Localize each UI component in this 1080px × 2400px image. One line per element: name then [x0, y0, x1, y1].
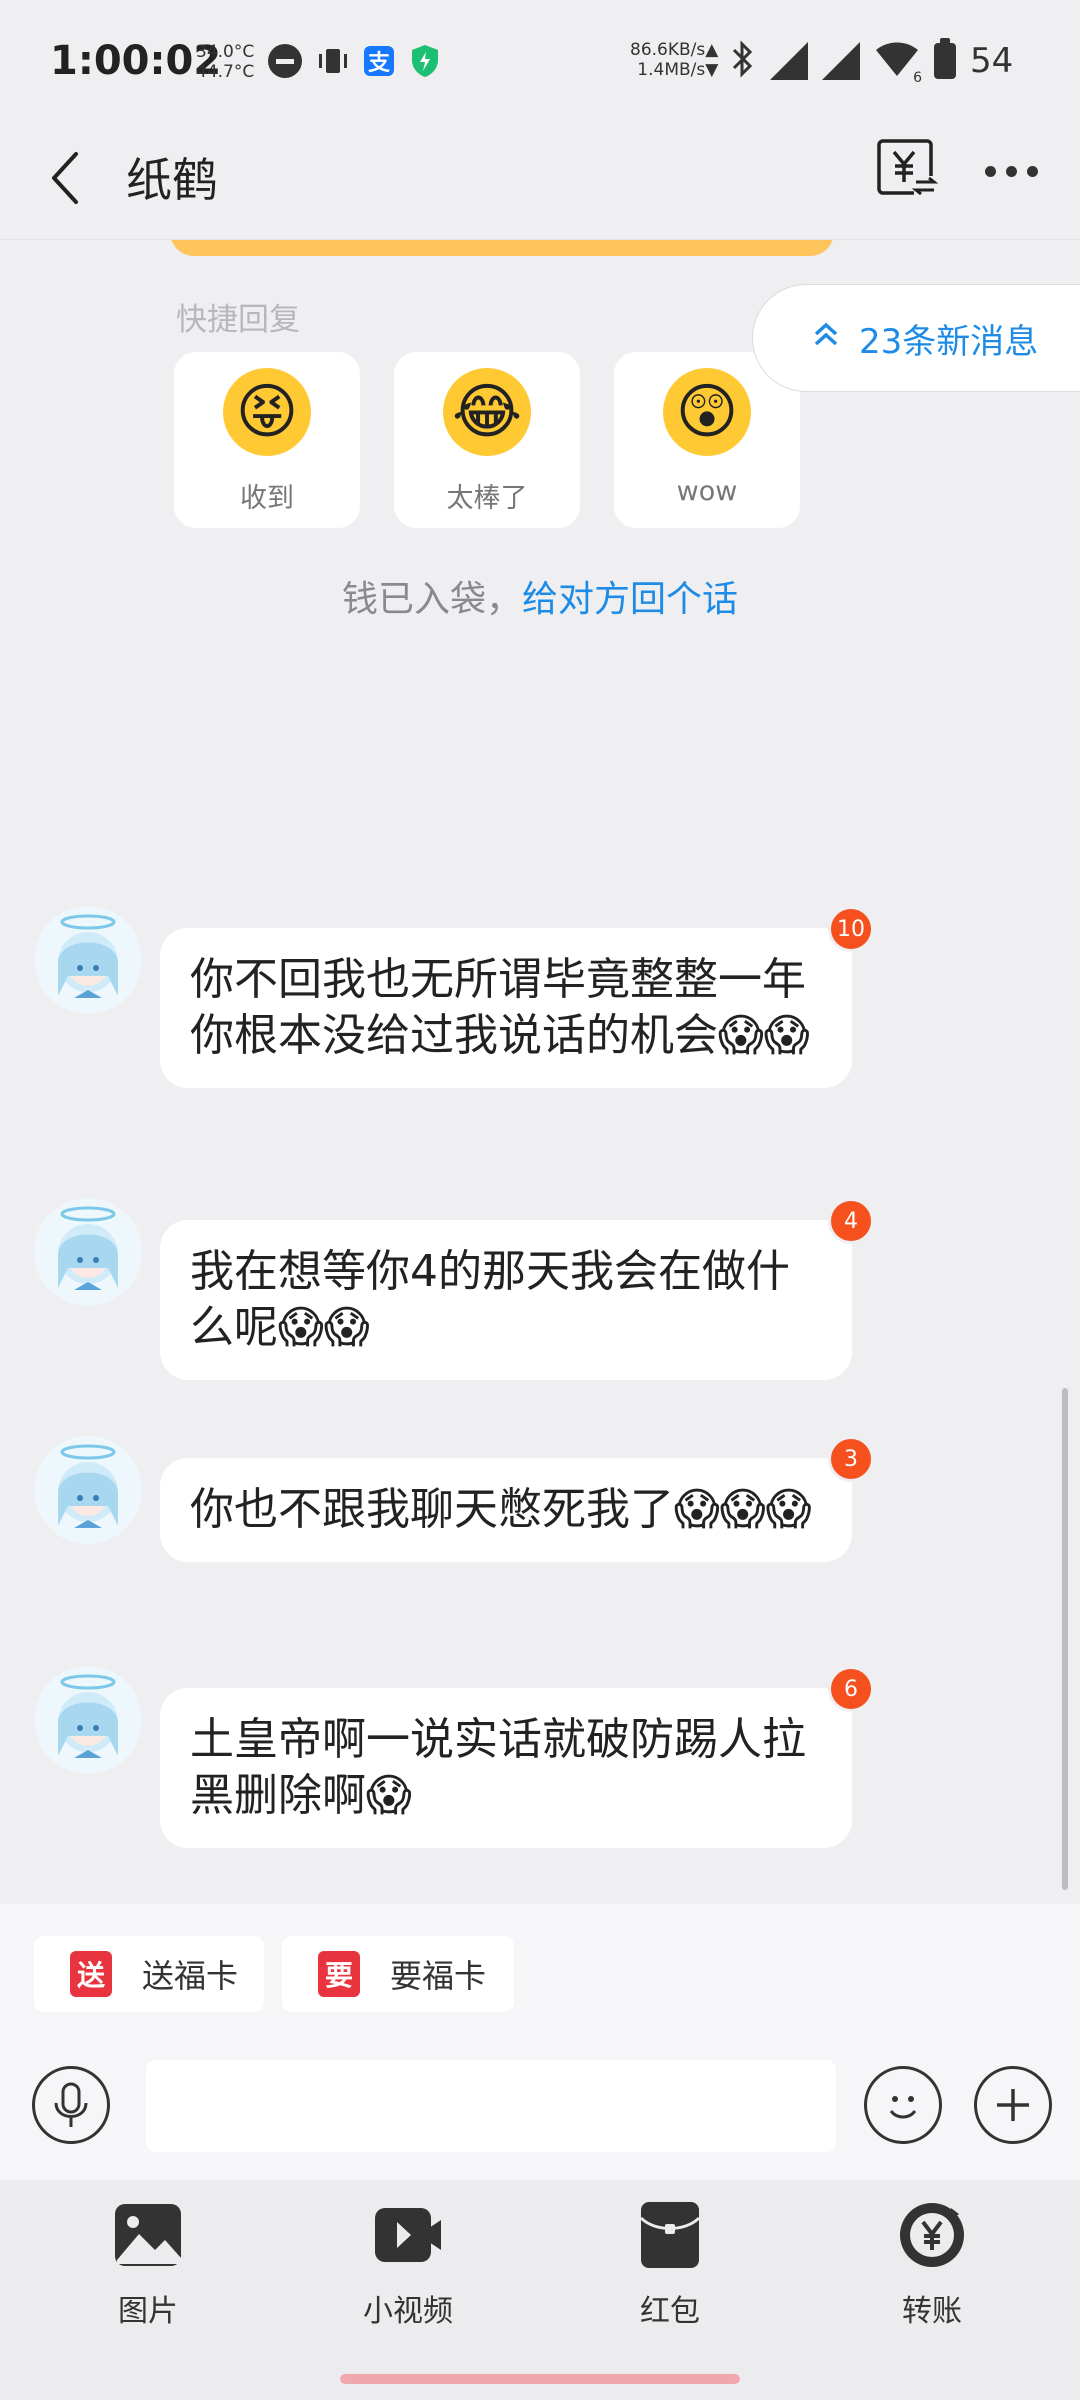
shield-icon	[408, 44, 442, 78]
new-messages-count: 23条新消息	[859, 321, 1039, 362]
tool-red-packet[interactable]: 红包	[590, 2200, 750, 2330]
status-icons-right: 6 54	[730, 38, 1014, 86]
smiley-icon	[889, 2096, 917, 2119]
bluetooth-icon	[730, 40, 756, 82]
message-bubble[interactable]: 我在想等你4的那天我会在做什么呢😱😱	[160, 1220, 852, 1380]
cheering-face-emoji-icon: 😂	[443, 368, 531, 456]
quick-reply-label-text: 收到	[240, 483, 294, 514]
video-icon	[373, 2200, 443, 2270]
plus-icon	[997, 2089, 1029, 2121]
double-chevron-up-icon	[813, 320, 839, 356]
send-card-icon: 送	[70, 1951, 112, 1997]
new-messages-button[interactable]: 23条新消息	[752, 284, 1080, 392]
unread-badge: 4	[828, 1198, 874, 1244]
do-not-disturb-icon	[268, 44, 302, 78]
status-temperature: 34.0°C 44.7°C	[196, 42, 254, 82]
more-options-icon[interactable]	[985, 156, 1045, 186]
battery-level: 54	[970, 41, 1014, 81]
unread-badge: 3	[828, 1436, 874, 1482]
tool-short-video[interactable]: 小视频	[328, 2200, 488, 2330]
ask-card-icon: 要	[318, 1951, 360, 1997]
battery-icon	[934, 38, 956, 79]
back-arrow-icon[interactable]	[46, 148, 106, 208]
transfer-icon	[897, 2200, 967, 2270]
image-icon	[113, 2200, 183, 2270]
quick-reply-great[interactable]: 😂 太棒了	[394, 352, 580, 528]
orange-card-bottom	[170, 240, 834, 256]
ask-fortune-card-button[interactable]: 要 要福卡	[282, 1936, 514, 2012]
avatar[interactable]	[34, 1666, 142, 1774]
voice-input-button[interactable]	[32, 2066, 110, 2144]
more-actions-button[interactable]	[974, 2066, 1052, 2144]
net-up: 86.6KB/s▲	[630, 40, 719, 60]
message-bubble[interactable]: 你不回我也无所谓毕竟整整一年你根本没给过我说话的机会😱😱	[160, 928, 852, 1088]
network-speed: 86.6KB/s▲ 1.4MB/s▼	[630, 40, 718, 80]
wifi-icon: 6	[874, 40, 922, 86]
emoji-button[interactable]	[864, 2066, 942, 2144]
input-bar	[0, 2028, 1080, 2180]
chat-area[interactable]: 快捷回复 😝 收到 😂 太棒了 😲 wow 23条新消息 钱已入袋，给对方回个话…	[0, 240, 1080, 1904]
quick-reply-label-text: 太棒了	[446, 483, 528, 514]
chat-header: 纸鹤	[0, 120, 1080, 240]
transfer-yuan-icon[interactable]	[876, 138, 939, 200]
avatar[interactable]	[34, 906, 142, 1014]
status-bar: 1:00:02 34.0°C 44.7°C 支 86.6KB/s▲ 1.4MB/…	[0, 0, 1080, 120]
send-card-label: 送福卡	[142, 1957, 239, 1995]
ok-face-emoji-icon: 😝	[223, 368, 311, 456]
tool-transfer-label: 转账	[902, 2294, 962, 2329]
avatar[interactable]	[34, 1436, 142, 1544]
fortune-card-strip: 送 送福卡 要 要福卡	[0, 1904, 1080, 2028]
money-note-text: 钱已入袋，	[341, 579, 522, 620]
unread-badge: 10	[828, 906, 874, 952]
quick-reply-received[interactable]: 😝 收到	[174, 352, 360, 528]
microphone-icon	[54, 2082, 88, 2127]
tool-red-packet-label: 红包	[640, 2294, 700, 2329]
signal-icon-1	[770, 42, 808, 80]
tool-video-label: 小视频	[363, 2294, 453, 2329]
tool-bar: 图片 小视频 红包 转账	[0, 2180, 1080, 2350]
tool-image[interactable]: 图片	[68, 2200, 228, 2330]
message-bubble[interactable]: 土皇帝啊一说实话就破防踢人拉黑删除啊😱	[160, 1688, 852, 1848]
scrollbar[interactable]	[1062, 1388, 1068, 1890]
message-bubble[interactable]: 你也不跟我聊天憋死我了😱😱😱	[160, 1458, 852, 1562]
ask-card-label: 要福卡	[390, 1957, 487, 1995]
unread-badge: 6	[828, 1666, 874, 1712]
tool-image-label: 图片	[118, 2294, 178, 2329]
message-input[interactable]	[146, 2060, 836, 2152]
vibrate-icon	[316, 44, 350, 78]
money-received-note: 钱已入袋，给对方回个话	[0, 570, 1080, 622]
status-icons-left: 支	[268, 44, 442, 78]
alipay-icon: 支	[364, 46, 394, 76]
temp-2: 44.7°C	[196, 62, 255, 82]
signal-icon-2	[822, 42, 860, 80]
red-packet-icon	[635, 2200, 705, 2270]
chat-title: 纸鹤	[126, 153, 218, 207]
quick-reply-label-text: wow	[676, 476, 738, 507]
net-down: 1.4MB/s▼	[637, 60, 719, 80]
temp-1: 34.0°C	[196, 42, 255, 62]
avatar[interactable]	[34, 1198, 142, 1306]
quick-reply-label: 快捷回复	[176, 302, 300, 338]
reply-link[interactable]: 给对方回个话	[522, 579, 738, 620]
wifi-number: 6	[913, 70, 922, 86]
send-fortune-card-button[interactable]: 送 送福卡	[34, 1936, 264, 2012]
surprised-face-emoji-icon: 😲	[663, 368, 751, 456]
home-indicator[interactable]	[340, 2374, 740, 2384]
tool-transfer[interactable]: 转账	[852, 2200, 1012, 2330]
